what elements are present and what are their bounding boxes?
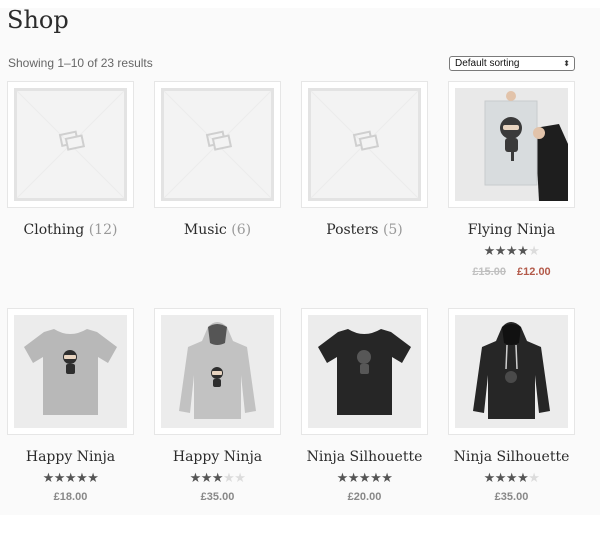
page-title: Shop (7, 6, 69, 34)
black-tshirt-image (308, 315, 421, 428)
star-filled-icon: ★ (358, 471, 371, 486)
select-arrows-icon: ⬍ (563, 59, 570, 68)
product-price: £20.00 (347, 491, 382, 503)
product-title[interactable]: Ninja Silhouette (434, 449, 589, 465)
category-thumbnail[interactable] (301, 81, 428, 208)
product-thumbnail[interactable] (154, 308, 281, 435)
product-image (455, 88, 568, 201)
category-title[interactable]: Posters (5) (287, 222, 442, 238)
star-filled-icon: ★ (53, 471, 66, 486)
image-placeholder-icon (163, 90, 272, 199)
star-rating: ★★★★★ (448, 244, 575, 259)
category-name: Music (183, 222, 227, 238)
product-price: £35.00 (200, 491, 235, 503)
sorting-selected-label: Default sorting (455, 58, 520, 69)
sale-price: £12.00 (517, 266, 551, 278)
star-filled-icon: ★ (381, 471, 393, 486)
product-image (308, 315, 421, 428)
star-filled-icon: ★ (347, 471, 360, 486)
regular-price: £15.00 (472, 266, 506, 278)
product-thumbnail[interactable] (301, 308, 428, 435)
product-thumbnail[interactable] (448, 81, 575, 208)
star-filled-icon: ★ (483, 471, 496, 486)
product-title[interactable]: Ninja Silhouette (287, 449, 442, 465)
star-filled-icon: ★ (505, 244, 518, 259)
product-price: £15.00 £12.00 (448, 266, 575, 278)
product-price: £18.00 (53, 491, 88, 503)
star-filled-icon: ★ (483, 244, 496, 259)
product-image (161, 315, 274, 428)
star-filled-icon: ★ (42, 471, 55, 486)
star-filled-icon: ★ (370, 471, 382, 486)
category-title[interactable]: Clothing (12) (0, 222, 148, 238)
star-filled-icon: ★ (87, 471, 99, 486)
star-filled-icon: ★ (189, 471, 202, 486)
sorting-select[interactable]: Default sorting ⬍ (449, 56, 575, 71)
product-price: £35.00 (494, 491, 529, 503)
grey-hoodie-image (161, 315, 274, 428)
star-empty-icon: ★ (528, 244, 540, 259)
star-rating: ★★★★★ (448, 471, 575, 486)
product-title[interactable]: Happy Ninja (140, 449, 295, 465)
product-title[interactable]: Flying Ninja (434, 222, 589, 238)
star-filled-icon: ★ (494, 471, 507, 486)
category-image (161, 88, 274, 201)
shop-page: Shop Showing 1–10 of 23 results Default … (0, 8, 600, 515)
star-filled-icon: ★ (517, 471, 529, 486)
star-filled-icon: ★ (76, 471, 88, 486)
star-filled-icon: ★ (494, 244, 507, 259)
category-image (308, 88, 421, 201)
image-placeholder-icon (310, 90, 419, 199)
category-title[interactable]: Music (6) (140, 222, 295, 238)
category-thumbnail[interactable] (7, 81, 134, 208)
category-thumbnail[interactable] (154, 81, 281, 208)
star-empty-icon: ★ (223, 471, 235, 486)
category-count: (12) (88, 222, 118, 238)
black-hoodie-image (455, 315, 568, 428)
star-filled-icon: ★ (505, 471, 518, 486)
star-empty-icon: ★ (234, 471, 246, 486)
star-rating: ★★★★★ (7, 471, 134, 486)
category-count: (5) (382, 222, 403, 238)
category-name: Clothing (23, 222, 85, 238)
star-filled-icon: ★ (64, 471, 77, 486)
star-filled-icon: ★ (517, 244, 529, 259)
category-count: (6) (231, 222, 252, 238)
product-thumbnail[interactable] (7, 308, 134, 435)
poster-ninja-image (455, 88, 568, 201)
grey-tshirt-image (14, 315, 127, 428)
product-image (455, 315, 568, 428)
category-name: Posters (326, 222, 379, 238)
category-image (14, 88, 127, 201)
star-rating: ★★★★★ (154, 471, 281, 486)
star-filled-icon: ★ (200, 471, 213, 486)
result-count: Showing 1–10 of 23 results (8, 56, 153, 70)
star-empty-icon: ★ (528, 471, 540, 486)
product-image (14, 315, 127, 428)
star-filled-icon: ★ (336, 471, 349, 486)
star-rating: ★★★★★ (301, 471, 428, 486)
image-placeholder-icon (16, 90, 125, 199)
product-thumbnail[interactable] (448, 308, 575, 435)
product-title[interactable]: Happy Ninja (0, 449, 148, 465)
star-filled-icon: ★ (211, 471, 224, 486)
